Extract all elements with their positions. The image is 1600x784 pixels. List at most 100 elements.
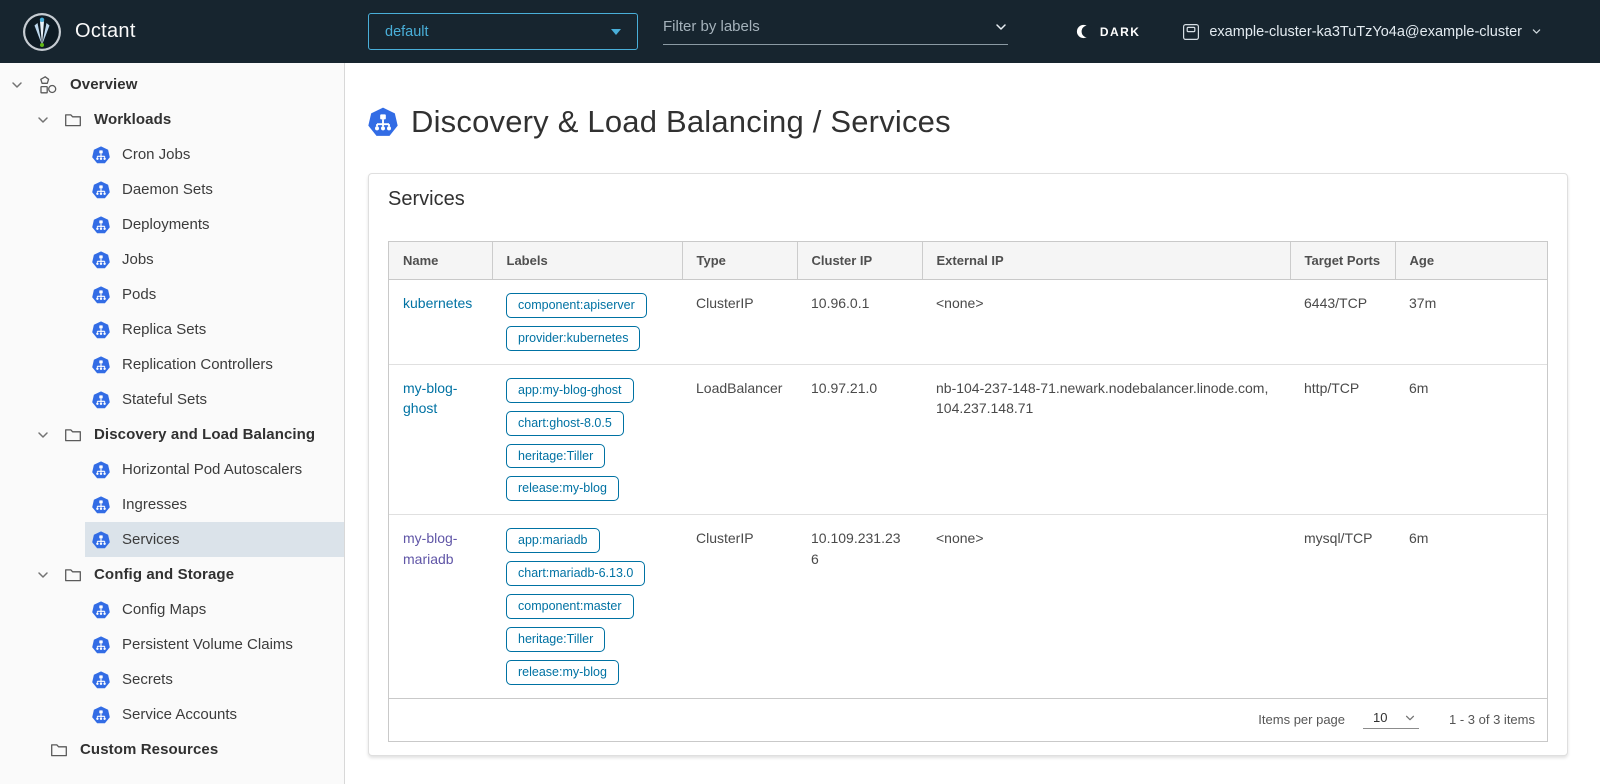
service-link[interactable]: my-blog-ghost [403,380,457,416]
label-tag[interactable]: release:my-blog [506,660,619,685]
page-title: Discovery & Load Balancing / Services [411,104,951,140]
label-tag[interactable]: release:my-blog [506,476,619,501]
app-title: Octant [75,20,136,43]
persistent-volume-claims-icon [92,636,110,654]
label-tag[interactable]: heritage:Tiller [506,444,605,469]
sidebar-item-jobs[interactable]: Jobs [85,242,344,277]
chevron-down-icon [1531,26,1542,37]
sidebar-item-discovery-and-load-balancing[interactable]: Discovery and Load Balancing [0,417,344,452]
label-tag[interactable]: app:mariadb [506,528,600,553]
sidebar-item-replication-controllers[interactable]: Replication Controllers [85,347,344,382]
cell-external-ip: <none> [922,515,1290,698]
sidebar-item-label: Service Accounts [122,706,237,723]
label-tag[interactable]: component:apiserver [506,293,647,318]
sidebar-item-services[interactable]: Services [85,522,344,557]
theme-toggle-button[interactable]: DARK [1075,23,1140,40]
sidebar-item-deployments[interactable]: Deployments [85,207,344,242]
cell-labels: app:my-blog-ghost chart:ghost-8.0.5 herita… [492,364,682,515]
folder-icon [50,741,68,759]
cron-jobs-icon [92,146,110,164]
sidebar-item-custom-resources[interactable]: Custom Resources [0,732,344,767]
table-row: my-blog-mariadb app:mariadb chart:mariadb-… [389,515,1547,698]
label-tag[interactable]: chart:mariadb-6.13.0 [506,561,645,586]
sidebar-item-secrets[interactable]: Secrets [85,662,344,697]
sidebar-item-label: Jobs [122,251,154,268]
sidebar-item-daemon-sets[interactable]: Daemon Sets [85,172,344,207]
cell-cluster-ip: 10.109.231.236 [797,515,922,698]
label-filter-input[interactable]: Filter by labels [663,18,1008,45]
pagination-range: 1 - 3 of 3 items [1449,712,1535,727]
label-tag[interactable]: app:my-blog-ghost [506,378,634,403]
pods-icon [92,286,110,304]
horizontal-pod-autoscalers-icon [92,461,110,479]
service-link[interactable]: kubernetes [403,295,472,311]
sidebar-item-label: Horizontal Pod Autoscalers [122,461,302,478]
replica-sets-icon [92,321,110,339]
table-row: my-blog-ghost app:my-blog-ghost chart:ghos… [389,364,1547,515]
sidebar-item-config-and-storage[interactable]: Config and Storage [0,557,344,592]
daemon-sets-icon [92,181,110,199]
cell-external-ip: nb-104-237-148-71.newark.nodebalancer.li… [922,364,1290,515]
service-accounts-icon [92,706,110,724]
octant-logo-icon [22,12,62,52]
sidebar-item-stateful-sets[interactable]: Stateful Sets [85,382,344,417]
sidebar-item-overview[interactable]: Overview [0,67,344,102]
label-tag[interactable]: component:master [506,594,634,619]
context-selector[interactable]: example-cluster-ka3TuTzYo4a@example-clus… [1182,23,1542,41]
sidebar-item-persistent-volume-claims[interactable]: Persistent Volume Claims [85,627,344,662]
chevron-down-icon [10,78,24,92]
services-icon [92,531,110,549]
service-link[interactable]: my-blog-mariadb [403,530,457,566]
table-header-row: NameLabelsTypeCluster IPExternal IPTarge… [389,242,1547,280]
sidebar-item-config-maps[interactable]: Config Maps [85,592,344,627]
jobs-icon [92,251,110,269]
sidebar-item-service-accounts[interactable]: Service Accounts [85,697,344,732]
pagination: Items per page 10 1 - 3 of 3 items [389,698,1547,741]
items-per-page-value: 10 [1373,710,1387,725]
services-datagrid: NameLabelsTypeCluster IPExternal IPTarge… [388,241,1548,742]
sidebar-item-cron-jobs[interactable]: Cron Jobs [85,137,344,172]
replication-controllers-icon [92,356,110,374]
label-tag[interactable]: chart:ghost-8.0.5 [506,411,624,436]
services-table: NameLabelsTypeCluster IPExternal IPTarge… [389,242,1547,698]
items-per-page-label: Items per page [1258,712,1345,727]
cell-labels: component:apiserver provider:kubernetes [492,280,682,365]
sidebar-item-workloads[interactable]: Workloads [0,102,344,137]
context-name: example-cluster-ka3TuTzYo4a@example-clus… [1209,24,1522,40]
cell-age: 6m [1395,364,1547,515]
sidebar-item-horizontal-pod-autoscalers[interactable]: Horizontal Pod Autoscalers [85,452,344,487]
chevron-down-icon [36,568,50,582]
items-per-page-select[interactable]: 10 [1363,710,1419,729]
cell-type: ClusterIP [682,515,797,698]
namespace-select[interactable]: default [368,13,638,50]
sidebar-item-label: Daemon Sets [122,181,213,198]
cluster-icon [1182,23,1200,41]
brand: Octant [0,12,345,52]
label-tag[interactable]: provider:kubernetes [506,326,640,351]
column-header-external-ip: External IP [922,242,1290,280]
sidebar-item-label: Discovery and Load Balancing [94,426,315,443]
sidebar-item-pods[interactable]: Pods [85,277,344,312]
label-tag[interactable]: heritage:Tiller [506,627,605,652]
cell-target-ports: mysql/TCP [1290,515,1395,698]
column-header-name: Name [389,242,492,280]
sidebar-item-ingresses[interactable]: Ingresses [85,487,344,522]
sidebar: Overview Workloads Cron Jobs Daemon Sets Dep… [0,63,345,784]
app-header: Octant default Filter by labels DARK exa… [0,0,1600,63]
sidebar-item-replica-sets[interactable]: Replica Sets [85,312,344,347]
sidebar-item-label: Cron Jobs [122,146,190,163]
main-content: Discovery & Load Balancing / Services Se… [345,63,1600,784]
table-row: kubernetes component:apiserver provider:ku… [389,280,1547,365]
folder-icon [64,566,82,584]
chevron-down-icon [1404,712,1416,724]
sidebar-item-label: Custom Resources [80,741,218,758]
sidebar-item-label: Replica Sets [122,321,206,338]
cell-target-ports: 6443/TCP [1290,280,1395,365]
overview-icon [38,75,58,95]
ingresses-icon [92,496,110,514]
cell-name: my-blog-ghost [389,364,492,515]
sidebar-item-label: Overview [70,76,138,93]
cell-age: 6m [1395,515,1547,698]
sidebar-item-label: Services [122,531,180,548]
column-header-target-ports: Target Ports [1290,242,1395,280]
